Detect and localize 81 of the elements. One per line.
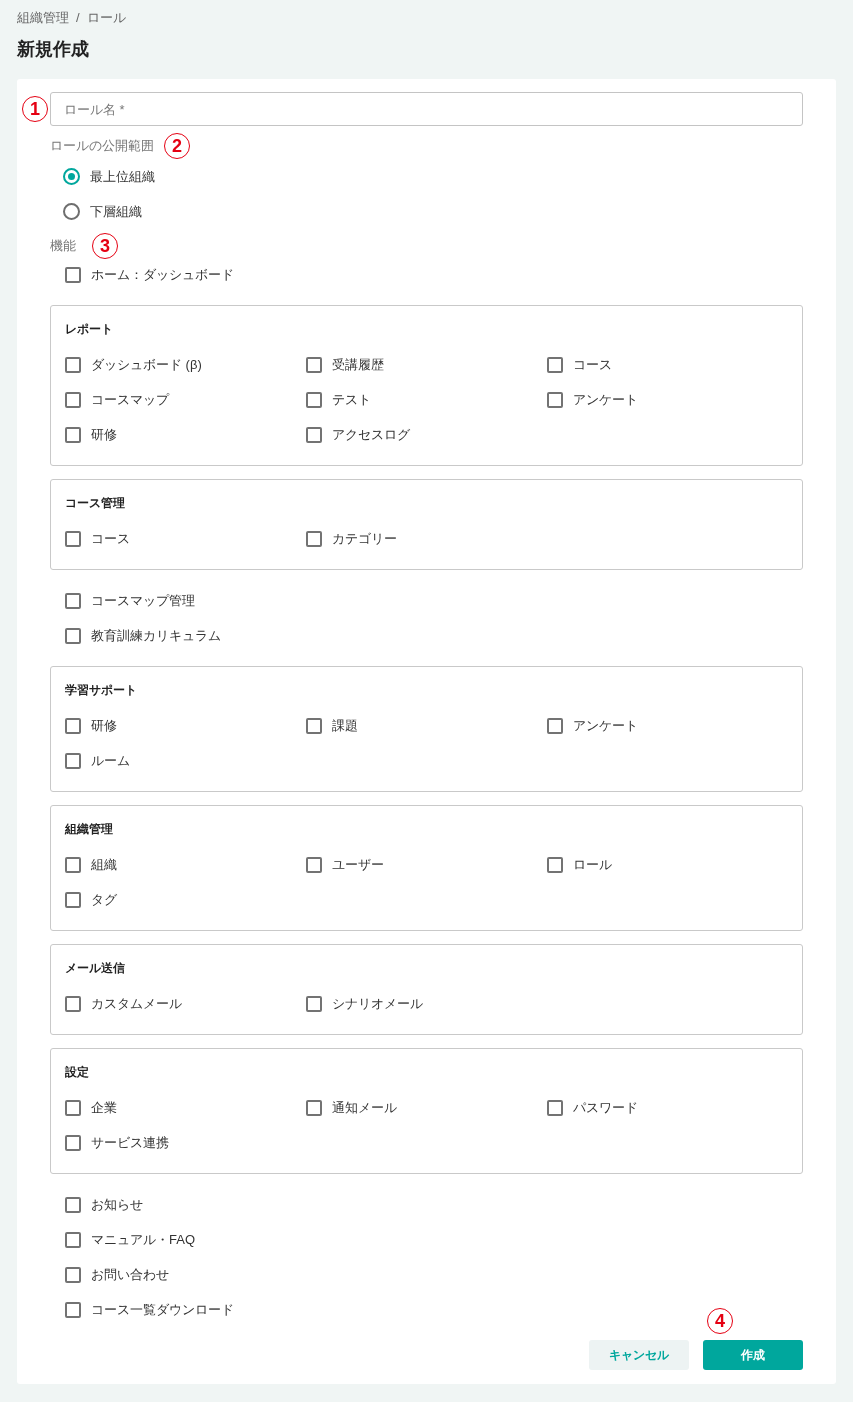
checkbox[interactable] [65, 356, 81, 373]
option-label: カテゴリー [332, 529, 397, 548]
checkbox[interactable] [65, 717, 81, 734]
option-label: 最上位組織 [90, 167, 155, 186]
checkbox[interactable] [65, 856, 81, 873]
checkbox[interactable] [306, 717, 322, 734]
option-label: お知らせ [91, 1195, 143, 1214]
option-label: 下層組織 [90, 202, 142, 221]
option-label: コース [573, 355, 612, 374]
field-label: 機能 [50, 237, 76, 256]
breadcrumb-current: ロール [86, 9, 126, 28]
role-name-field[interactable]: ロール名 * [50, 92, 803, 126]
option-label: 課題 [332, 716, 358, 735]
checkbox[interactable] [306, 1099, 322, 1116]
checkbox[interactable] [65, 1301, 81, 1318]
option-label: 組織 [91, 855, 117, 874]
checkbox[interactable] [65, 752, 81, 769]
checkbox[interactable] [65, 1134, 81, 1151]
option-label: コースマップ [91, 390, 169, 409]
breadcrumb-link[interactable]: 組織管理 [17, 8, 69, 28]
option-label: アンケート [573, 390, 638, 409]
group-title: 学習サポート [65, 683, 138, 698]
cancel-button[interactable]: キャンセル [589, 1340, 689, 1370]
option-label: アンケート [573, 716, 638, 735]
group-title: コース管理 [65, 496, 126, 511]
group-title: メール送信 [65, 961, 126, 976]
breadcrumb-separator: / [76, 9, 80, 28]
checkbox[interactable] [65, 426, 81, 443]
checkbox[interactable] [65, 266, 81, 283]
checkbox[interactable] [65, 627, 81, 644]
checkbox[interactable] [306, 530, 322, 547]
option-label: アクセスログ [332, 425, 410, 444]
checkbox[interactable] [547, 391, 563, 408]
checkbox[interactable] [65, 592, 81, 609]
radio-button[interactable] [63, 203, 80, 220]
option-label: コース [91, 529, 130, 548]
option-label: パスワード [573, 1098, 638, 1117]
checkbox[interactable] [306, 356, 322, 373]
checkbox[interactable] [306, 426, 322, 443]
option-label: お問い合わせ [91, 1265, 169, 1284]
option-label: ユーザー [332, 855, 384, 874]
option-label: テスト [332, 390, 371, 409]
checkbox[interactable] [65, 891, 81, 908]
option-label: 受講履歴 [332, 355, 384, 374]
checkbox[interactable] [306, 856, 322, 873]
option-label: ホーム：ダッシュボード [91, 265, 234, 284]
checkbox[interactable] [65, 1231, 81, 1248]
radio-button[interactable] [63, 168, 80, 185]
checkbox[interactable] [65, 1266, 81, 1283]
checkbox[interactable] [65, 995, 81, 1012]
option-label: 研修 [91, 425, 117, 444]
checkbox[interactable] [547, 1099, 563, 1116]
create-button[interactable]: 作成 [703, 1340, 803, 1370]
option-label: 企業 [91, 1098, 117, 1117]
checkbox[interactable] [547, 717, 563, 734]
checkbox[interactable] [547, 356, 563, 373]
option-label: カスタムメール [91, 994, 182, 1013]
option-label: ロール [573, 855, 612, 874]
checkbox[interactable] [306, 391, 322, 408]
field-label: ロールの公開範囲 [50, 137, 154, 156]
option-label: 研修 [91, 716, 117, 735]
option-label: マニュアル・FAQ [91, 1230, 195, 1249]
group-title: 設定 [65, 1064, 90, 1080]
option-label: コースマップ管理 [91, 591, 195, 610]
option-label: ダッシュボード (β) [91, 355, 202, 374]
option-label: 通知メール [332, 1098, 397, 1117]
option-label: タグ [91, 890, 117, 909]
checkbox[interactable] [65, 1099, 81, 1116]
group-title: レポート [65, 322, 114, 337]
option-label: シナリオメール [332, 994, 423, 1013]
option-label: ルーム [91, 751, 130, 770]
page-title: 新規作成 [17, 38, 90, 61]
checkbox[interactable] [306, 995, 322, 1012]
group-title: 組織管理 [65, 822, 114, 837]
option-label: サービス連携 [91, 1133, 169, 1152]
checkbox[interactable] [65, 1196, 81, 1213]
checkbox[interactable] [547, 856, 563, 873]
checkbox[interactable] [65, 391, 81, 408]
option-label: 教育訓練カリキュラム [91, 626, 221, 645]
option-label: コース一覧ダウンロード [91, 1300, 234, 1319]
checkbox[interactable] [65, 530, 81, 547]
